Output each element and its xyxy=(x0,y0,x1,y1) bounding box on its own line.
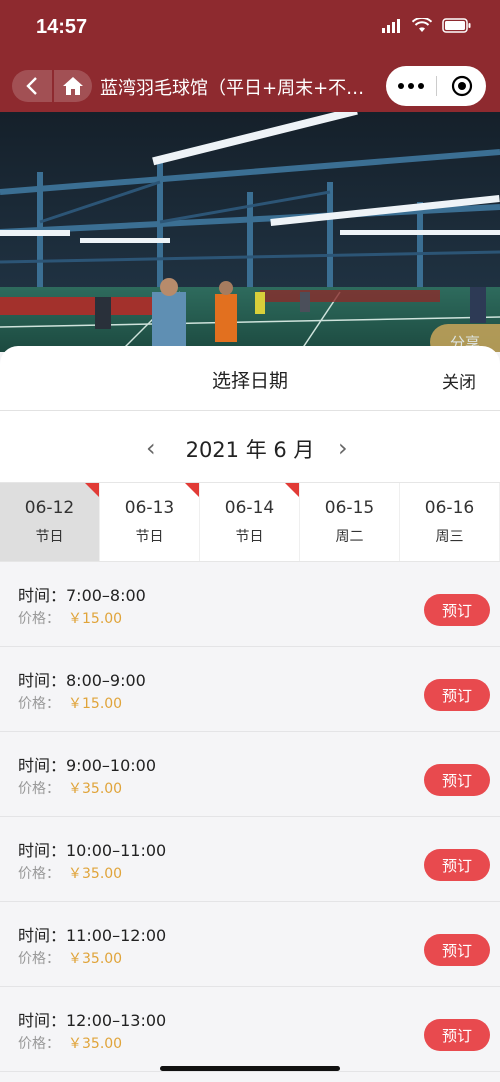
more-dot-icon xyxy=(418,83,424,89)
chevron-left-icon xyxy=(26,77,37,95)
day-date: 06-14 xyxy=(224,498,275,518)
price-label: 价格： xyxy=(18,866,60,882)
slot-price: 价格： ￥35.00 xyxy=(18,863,122,883)
price-label: 价格： xyxy=(18,696,60,712)
month-selector: ‹ 2021 年 6 月 › xyxy=(0,428,500,468)
price-label: 价格： xyxy=(18,611,60,627)
day-date: 06-13 xyxy=(124,498,175,518)
day-label: 节日 xyxy=(135,529,164,545)
battery-icon xyxy=(442,18,471,33)
badminton-hall-image xyxy=(0,112,500,352)
book-button[interactable]: 预订 xyxy=(424,1019,490,1051)
price-amount: ￥15.00 xyxy=(68,696,123,712)
slot-time: 时间：11:00–12:00 xyxy=(18,926,167,945)
day-date: 06-12 xyxy=(24,498,75,518)
more-dot-icon xyxy=(408,83,414,89)
signal-icon xyxy=(382,18,400,33)
book-button[interactable]: 预订 xyxy=(424,594,490,626)
slot-time: 时间：12:00–13:00 xyxy=(18,1011,167,1030)
book-button[interactable]: 预订 xyxy=(424,764,490,796)
slot-price: 价格： ￥35.00 xyxy=(18,948,122,968)
status-icons xyxy=(382,18,472,33)
day-label: 周三 xyxy=(435,529,464,545)
time-slot: 时间：10:00–11:00 价格： ￥35.00 预订 xyxy=(0,817,500,902)
time-slot: 时间：12:00–13:00 价格： ￥35.00 预订 xyxy=(0,987,500,1072)
nav-bar: 蓝湾羽毛球馆（平日+周末+不… xyxy=(0,58,500,112)
more-dot-icon xyxy=(398,83,404,89)
day-date: 06-15 xyxy=(324,498,375,518)
time-slot: 时间：9:00–10:00 价格： ￥35.00 预订 xyxy=(0,732,500,817)
slot-price: 价格： ￥15.00 xyxy=(18,693,122,713)
target-icon xyxy=(451,75,472,97)
back-button[interactable] xyxy=(12,70,52,102)
day-tab[interactable]: 06-16 周三 xyxy=(400,483,500,561)
day-tabs: 06-12 节日 06-13 节日 06-14 节日 06-15 周二 06-1… xyxy=(0,482,500,562)
status-time: 14:57 xyxy=(36,16,88,38)
chevron-right-icon[interactable]: › xyxy=(338,434,348,462)
holiday-corner-marker xyxy=(85,483,99,497)
status-bar: 14:57 xyxy=(0,0,500,58)
slot-time: 时间：8:00–9:00 xyxy=(18,671,146,690)
slot-price: 价格： ￥35.00 xyxy=(18,1033,122,1053)
day-label: 节日 xyxy=(35,529,64,545)
slot-time: 时间：7:00–8:00 xyxy=(18,586,146,605)
holiday-corner-marker xyxy=(285,483,299,497)
day-tab[interactable]: 06-14 节日 xyxy=(200,483,300,561)
price-amount: ￥35.00 xyxy=(68,781,123,797)
book-button[interactable]: 预订 xyxy=(424,849,490,881)
month-label: 2021 年 6 月 xyxy=(185,438,315,462)
price-label: 价格： xyxy=(18,951,60,967)
book-button[interactable]: 预订 xyxy=(424,934,490,966)
price-label: 价格： xyxy=(18,1036,60,1052)
time-slot: 时间：8:00–9:00 价格： ￥15.00 预订 xyxy=(0,647,500,732)
day-label: 节日 xyxy=(235,529,264,545)
divider xyxy=(0,410,500,411)
close-mini-program-button[interactable] xyxy=(437,75,486,97)
slot-price: 价格： ￥35.00 xyxy=(18,778,122,798)
slot-price: 价格： ￥15.00 xyxy=(18,608,122,628)
venue-photo: 分享 xyxy=(0,112,500,352)
mini-program-capsule xyxy=(386,66,486,106)
wifi-icon xyxy=(412,18,432,32)
day-tab[interactable]: 06-15 周二 xyxy=(300,483,400,561)
sheet-close-button[interactable]: 关闭 xyxy=(442,368,476,393)
price-amount: ￥35.00 xyxy=(68,1036,123,1052)
slot-time: 时间：9:00–10:00 xyxy=(18,756,157,775)
day-label: 周二 xyxy=(335,529,364,545)
price-amount: ￥35.00 xyxy=(68,866,123,882)
home-icon xyxy=(63,77,83,95)
sheet-title: 选择日期 xyxy=(211,370,288,392)
day-tab[interactable]: 06-13 节日 xyxy=(100,483,200,561)
holiday-corner-marker xyxy=(185,483,199,497)
home-button[interactable] xyxy=(54,70,92,102)
price-label: 价格： xyxy=(18,781,60,797)
time-slot: 时间：11:00–12:00 价格： ￥35.00 预订 xyxy=(0,902,500,987)
price-amount: ￥35.00 xyxy=(68,951,123,967)
page-title: 蓝湾羽毛球馆（平日+周末+不… xyxy=(100,78,365,99)
home-indicator xyxy=(160,1066,340,1071)
price-amount: ￥15.00 xyxy=(68,611,123,627)
time-slot-list: 时间：7:00–8:00 价格： ￥15.00 预订 时间：8:00–9:00 价… xyxy=(0,562,500,1082)
day-tab[interactable]: 06-12 节日 xyxy=(0,483,100,561)
day-date: 06-16 xyxy=(424,498,475,518)
more-button[interactable] xyxy=(386,83,436,89)
book-button[interactable]: 预订 xyxy=(424,679,490,711)
date-picker-sheet: 选择日期 关闭 ‹ 2021 年 6 月 › 06-12 节日 06-13 节日… xyxy=(0,346,500,1082)
time-slot: 时间：7:00–8:00 价格： ￥15.00 预订 xyxy=(0,562,500,647)
slot-time: 时间：10:00–11:00 xyxy=(18,841,167,860)
